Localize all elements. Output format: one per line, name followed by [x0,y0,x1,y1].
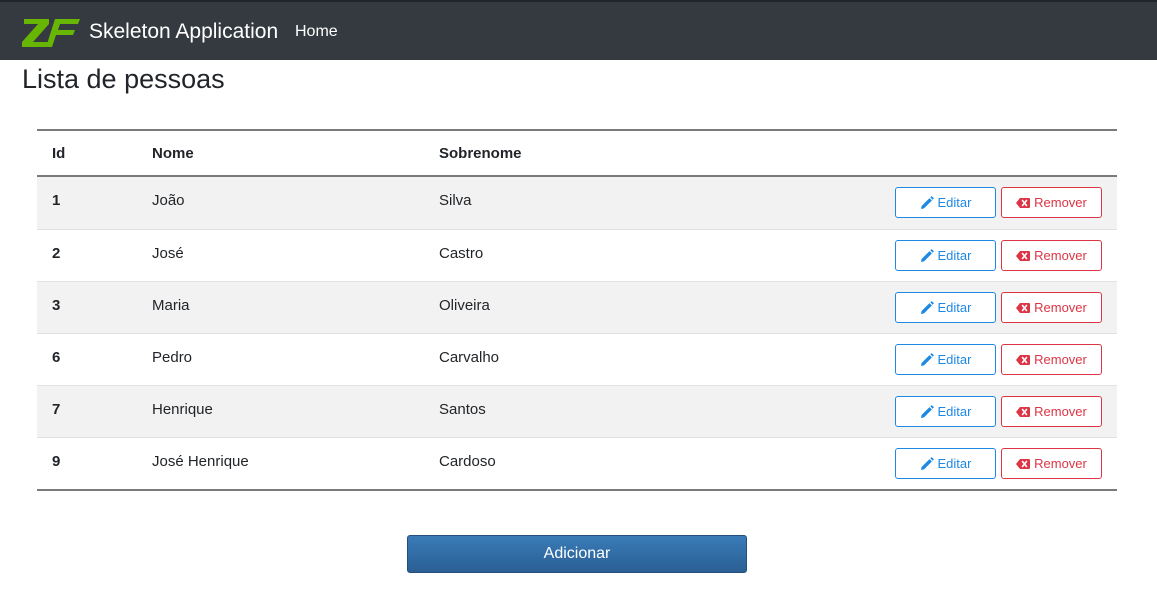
remove-x-icon [1016,301,1031,315]
cell-nome: José Henrique [152,453,249,470]
remove-label: Remover [1034,456,1087,471]
remove-x-icon [1016,196,1031,210]
remove-label: Remover [1034,352,1087,367]
brand-name[interactable]: Skeleton Application [89,20,278,44]
pencil-icon [920,195,934,210]
table-row: 9 José Henrique Cardoso Editar Remover [37,437,1117,489]
cell-id: 1 [52,192,61,209]
remove-label: Remover [1034,195,1087,210]
cell-sobrenome: Oliveira [439,297,490,314]
pencil-icon [920,352,934,367]
table-row: 2 José Castro Editar Remover [37,229,1117,281]
table-row: 3 Maria Oliveira Editar Remover [37,281,1117,333]
pencil-icon [920,248,934,263]
cell-nome: Maria [152,297,190,314]
cell-id: 3 [52,297,61,314]
edit-button[interactable]: Editar [895,396,996,427]
cell-sobrenome: Carvalho [439,349,500,366]
remove-button[interactable]: Remover [1001,292,1102,323]
cell-sobrenome: Cardoso [439,453,496,470]
navbar: Skeleton Application Home [0,0,1157,60]
header-id: Id [52,145,66,162]
cell-nome: José [152,245,184,262]
zf-logo-icon[interactable] [22,18,80,48]
cell-nome: Pedro [152,349,193,366]
edit-button[interactable]: Editar [895,344,996,375]
cell-sobrenome: Santos [439,401,486,418]
cell-id: 9 [52,453,61,470]
remove-button[interactable]: Remover [1001,187,1102,218]
edit-label: Editar [937,300,972,315]
cell-sobrenome: Castro [439,245,484,262]
table-row: 7 Henrique Santos Editar Remover [37,385,1117,437]
cell-nome: Henrique [152,401,213,418]
cell-id: 7 [52,401,61,418]
remove-x-icon [1016,353,1031,367]
header-sobrenome: Sobrenome [439,145,522,162]
remove-label: Remover [1034,300,1087,315]
add-button[interactable]: Adicionar [407,535,747,573]
pencil-icon [920,404,934,419]
remove-x-icon [1016,249,1031,263]
edit-label: Editar [937,456,972,471]
edit-label: Editar [937,248,972,263]
edit-label: Editar [937,352,972,367]
edit-label: Editar [937,195,972,210]
remove-x-icon [1016,457,1031,471]
pencil-icon [920,300,934,315]
edit-button[interactable]: Editar [895,448,996,479]
remove-label: Remover [1034,248,1087,263]
remove-x-icon [1016,405,1031,419]
table-row: 6 Pedro Carvalho Editar Remover [37,333,1117,385]
remove-button[interactable]: Remover [1001,448,1102,479]
edit-button[interactable]: Editar [895,240,996,271]
pencil-icon [920,456,934,471]
cell-id: 6 [52,349,61,366]
cell-nome: João [152,192,185,209]
cell-sobrenome: Silva [439,192,472,209]
page-title: Lista de pessoas [22,64,225,94]
edit-button[interactable]: Editar [895,292,996,323]
nav-home-link[interactable]: Home [295,23,338,41]
people-table: Id Nome Sobrenome 1 João Silva Editar Remove… [37,129,1117,491]
edit-label: Editar [937,404,972,419]
header-nome: Nome [152,145,194,162]
edit-button[interactable]: Editar [895,187,996,218]
remove-button[interactable]: Remover [1001,396,1102,427]
remove-button[interactable]: Remover [1001,240,1102,271]
cell-id: 2 [52,245,61,262]
table-row: 1 João Silva Editar Remover [37,177,1117,229]
remove-button[interactable]: Remover [1001,344,1102,375]
remove-label: Remover [1034,404,1087,419]
table-header: Id Nome Sobrenome [37,131,1117,177]
table-body: 1 João Silva Editar Remover 2 José Castro Editar… [37,177,1117,489]
